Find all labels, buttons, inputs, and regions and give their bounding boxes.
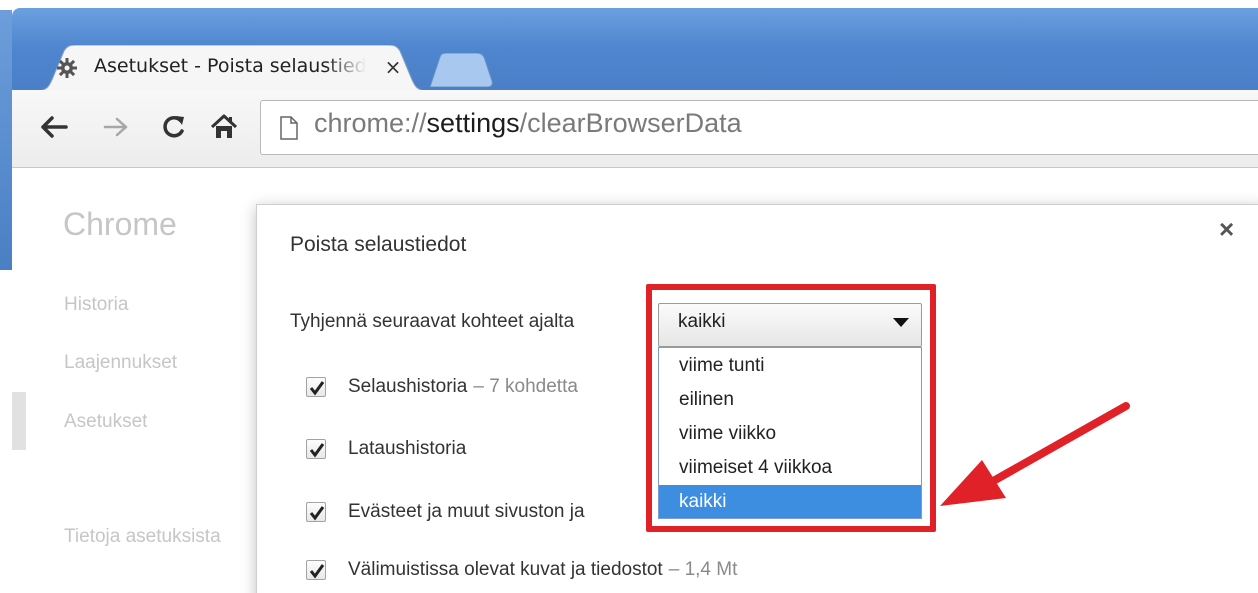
sidebar-item-extensions[interactable]: Laajennukset — [64, 352, 177, 374]
url-path: /clearBrowserData — [519, 108, 742, 138]
checkbox-cookies[interactable] — [306, 502, 326, 522]
checkbox-history[interactable] — [306, 377, 326, 397]
tab-close-button[interactable]: × — [383, 55, 403, 79]
browser-window: Asetukset - Poista selaustiedot × chrome… — [0, 0, 1258, 593]
checkbox-row-history[interactable]: Selaushistoria – 7 kohdetta — [306, 373, 578, 401]
window-frame-left — [0, 10, 12, 270]
home-icon[interactable] — [204, 107, 244, 147]
checkbox-row-cache[interactable]: Välimuistissa olevat kuvat ja tiedostot … — [306, 556, 737, 584]
back-arrow-icon[interactable] — [34, 107, 74, 147]
sidebar-active-marker — [12, 392, 26, 450]
sidebar-item-about[interactable]: Tietoja asetuksista — [64, 526, 221, 548]
sidebar-item-history[interactable]: Historia — [64, 294, 128, 316]
checkbox-row-downloads[interactable]: Lataushistoria — [306, 435, 466, 463]
time-range-label: Tyhjennä seuraavat kohteet ajalta — [290, 311, 575, 332]
page-icon — [280, 116, 298, 144]
settings-heading: Chrome — [63, 206, 177, 242]
new-tab-button[interactable] — [424, 52, 494, 88]
annotation-highlight-box — [646, 284, 936, 532]
checkbox-label: Lataushistoria — [348, 438, 467, 459]
checkbox-cache[interactable] — [306, 560, 326, 580]
tab-title: Asetukset - Poista selaustiedot — [94, 55, 366, 77]
sidebar-item-settings[interactable]: Asetukset — [64, 411, 147, 433]
checkbox-downloads[interactable] — [306, 439, 326, 459]
url-text[interactable]: chrome://settings/clearBrowserData — [314, 108, 742, 139]
checkbox-row-cookies[interactable]: Evästeet ja muut sivuston ja — [306, 498, 585, 526]
checkbox-label: Selaushistoria — [348, 376, 468, 397]
url-host: settings — [426, 108, 520, 138]
dialog-title: Poista selaustiedot — [290, 233, 467, 256]
checkbox-label: Välimuistissa olevat kuvat ja tiedostot — [348, 559, 663, 580]
checkbox-label: Evästeet ja muut sivuston ja — [348, 501, 585, 522]
forward-arrow-icon[interactable] — [96, 107, 136, 147]
gear-icon — [56, 57, 78, 79]
url-scheme: chrome:// — [314, 108, 427, 138]
dialog-close-button[interactable]: × — [1219, 214, 1234, 245]
annotation-arrow-icon — [930, 398, 1140, 522]
checkbox-detail: – 7 kohdetta — [473, 376, 578, 397]
reload-icon[interactable] — [154, 107, 194, 147]
checkbox-detail: – 1,4 Mt — [668, 559, 738, 580]
